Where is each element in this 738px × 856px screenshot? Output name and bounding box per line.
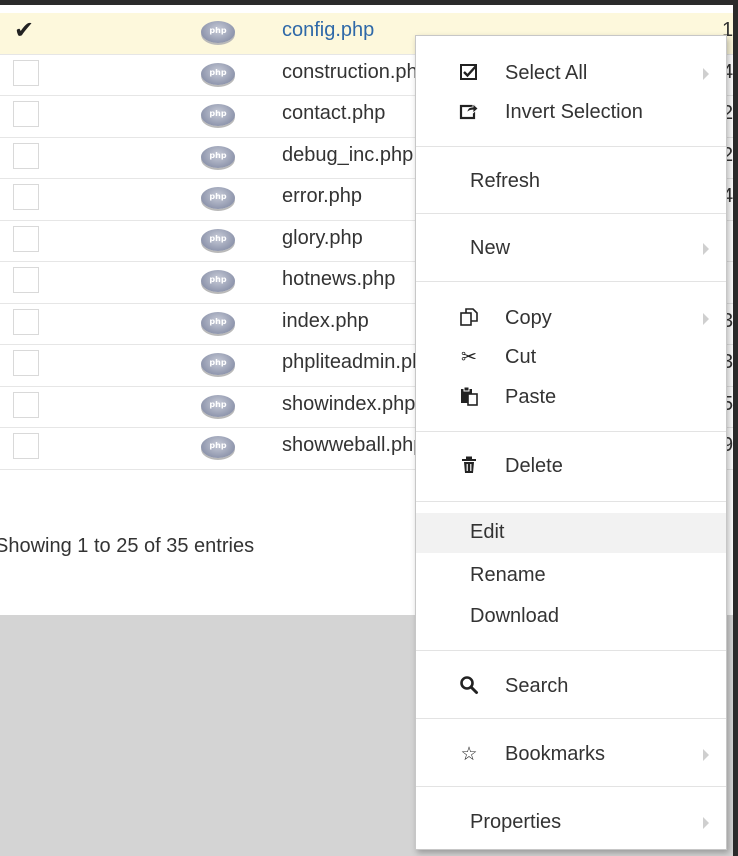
menu-item-cut[interactable]: ✂ Cut [416,338,726,378]
menu-item-delete[interactable]: Delete [416,447,726,487]
php-file-icon: php [201,353,235,375]
menu-item-label: Delete [505,455,563,477]
entries-info-text: Showing 1 to 25 of 35 entries [0,535,255,557]
file-type-label: php [209,26,227,35]
context-menu: Select All Invert Selection Refresh New … [415,35,727,850]
menu-item-select-all[interactable]: Select All [416,54,726,94]
row-checkbox[interactable]: ✔ [13,16,39,44]
submenu-arrow-icon [703,68,709,80]
file-type-label: php [209,109,227,118]
file-type-label: php [209,150,227,160]
window-right-border [733,0,738,856]
scissors-icon: ✂ [461,346,477,368]
menu-item-label: Cut [505,346,537,368]
row-checkbox[interactable] [13,225,39,252]
menu-item-rename[interactable]: Rename [416,556,726,596]
file-name[interactable]: contact.php [282,102,385,125]
table-info: Showing 1 to 25 of 35 entries [0,533,420,561]
submenu-arrow-icon [703,749,709,761]
file-type-label: php [209,399,227,409]
file-name[interactable]: hotnews.php [282,268,395,291]
menu-separator [416,786,726,787]
menu-item-label: Search [505,675,569,697]
check-square-icon [458,62,480,84]
row-checkbox[interactable] [13,433,39,459]
row-checkbox[interactable] [13,142,39,169]
menu-separator [416,501,726,502]
file-name[interactable]: showindex.php [282,393,415,416]
menu-item-refresh[interactable]: Refresh [416,162,726,202]
file-type-label: php [209,316,227,326]
php-file-icon: php [201,436,235,458]
menu-item-edit[interactable]: Edit [416,513,726,553]
file-name[interactable]: phpliteadmin.php [282,351,434,374]
menu-item-label: Download [470,605,559,627]
row-checkbox[interactable] [13,59,39,86]
php-file-icon: php [201,21,235,43]
submenu-arrow-icon [703,243,709,255]
menu-separator [416,146,726,147]
menu-item-download[interactable]: Download [416,597,726,637]
menu-separator [416,431,726,432]
php-file-icon: php [201,62,235,85]
star-outline-icon: ☆ [460,743,478,765]
file-type-label: php [209,358,227,367]
menu-separator [416,281,726,282]
row-checkbox[interactable] [13,101,39,127]
row-checkbox[interactable] [13,308,39,335]
php-file-icon: php [201,311,235,334]
file-type-label: php [209,441,227,450]
row-checkbox[interactable] [13,350,39,376]
menu-item-properties[interactable]: Properties [416,803,726,843]
file-type-label: php [209,275,227,284]
menu-item-label: Refresh [470,170,541,192]
menu-item-copy[interactable]: Copy [416,299,726,339]
menu-item-label: New [470,237,511,259]
menu-item-label: Rename [470,564,546,586]
menu-item-label: Copy [505,307,552,329]
file-name[interactable]: glory.php [282,227,363,250]
submenu-arrow-icon [703,817,709,829]
menu-item-new[interactable]: New [416,229,726,269]
menu-item-search[interactable]: Search [416,667,726,707]
file-name[interactable]: config.php [282,19,374,42]
php-file-icon: php [201,270,235,292]
menu-item-label: Edit [470,521,505,543]
file-name[interactable]: construction.php [282,61,429,84]
menu-item-label: Properties [470,811,562,833]
menu-item-bookmarks[interactable]: ☆ Bookmarks [416,735,726,775]
file-type-label: php [209,67,227,77]
php-file-icon: php [201,394,235,417]
menu-separator [416,213,726,214]
file-name[interactable]: error.php [282,185,362,208]
menu-item-invert-selection[interactable]: Invert Selection [416,93,726,133]
file-name[interactable]: index.php [282,310,369,333]
row-checkbox[interactable] [13,184,39,210]
file-type-label: php [209,233,227,243]
menu-separator [416,650,726,651]
menu-separator [416,718,726,719]
paste-icon [458,386,480,408]
search-icon [458,675,480,697]
menu-item-label: Invert Selection [505,101,643,123]
share-square-icon [458,101,480,123]
check-icon: ✔ [14,16,35,44]
file-name[interactable]: showweball.php [282,434,424,457]
php-file-icon: php [201,187,235,209]
row-checkbox[interactable] [13,267,39,293]
file-name[interactable]: debug_inc.php [282,144,413,167]
menu-item-label: Select All [505,62,588,84]
submenu-arrow-icon [703,313,709,325]
trash-icon [458,455,480,477]
php-file-icon: php [201,145,235,168]
php-file-icon: php [201,104,235,126]
php-file-icon: php [201,228,235,251]
menu-item-label: Bookmarks [505,743,606,765]
row-checkbox[interactable] [13,391,39,418]
menu-item-paste[interactable]: Paste [416,378,726,418]
file-type-label: php [209,192,227,201]
window-top-border [0,0,738,5]
copy-icon [458,307,480,329]
menu-item-label: Paste [505,386,557,408]
